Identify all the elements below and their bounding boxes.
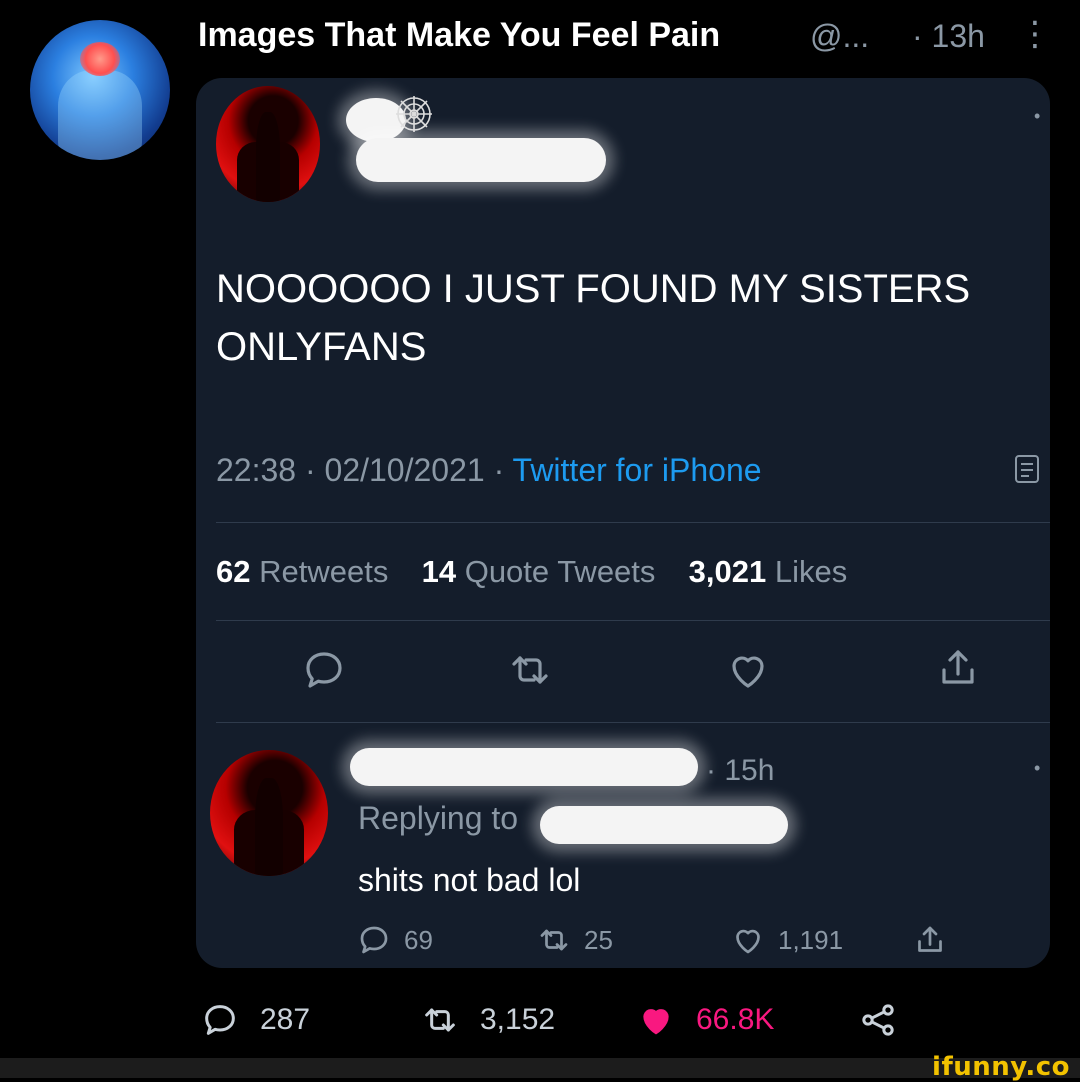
bottom-bar [0, 1058, 1080, 1078]
share-nodes-icon [862, 1004, 894, 1036]
more-options-icon[interactable]: ⋮ [1018, 14, 1052, 54]
author-name[interactable]: Images That Make You Feel Pain [198, 16, 720, 55]
embedded-tweet-screenshot: • NOOOOOO I JUST FOUND MY SISTERS ONLYFA… [196, 78, 1050, 968]
likes-count: 66.8K [696, 1003, 775, 1036]
tweet-source-link: Twitter for iPhone [512, 452, 762, 488]
reply-retweets-count: 25 [584, 924, 613, 955]
redacted-handle [356, 138, 606, 182]
tweet-timestamp: 22:38 · 02/10/2021 · [216, 452, 505, 488]
share-button[interactable] [858, 1000, 898, 1040]
likes-label: Likes [774, 554, 848, 589]
reply-button[interactable]: 287 [200, 1000, 310, 1040]
author-handle[interactable]: @... [810, 18, 869, 55]
likes-count: 3,021 [688, 554, 767, 589]
tweet-meta: 22:38 · 02/10/2021 · Twitter for iPhone [216, 452, 762, 489]
reply-replies-count: 69 [404, 924, 433, 955]
analytics-icon [1014, 448, 1044, 488]
reply-text: shits not bad lol [358, 862, 581, 898]
divider [216, 722, 1050, 723]
avatar-figure [58, 70, 142, 160]
embedded-author-avatar [216, 86, 320, 202]
brain-icon [80, 42, 120, 76]
retweet-icon [540, 929, 568, 951]
like-button[interactable]: 66.8K [636, 1000, 774, 1040]
heart-filled-icon [643, 1009, 669, 1035]
share-icon [918, 926, 942, 952]
tweet-stats: 62 Retweets 14 Quote Tweets 3,021 Likes [216, 554, 847, 590]
replying-to-label: Replying to [358, 800, 519, 836]
quotes-count: 14 [421, 554, 457, 589]
author-avatar[interactable] [30, 20, 170, 160]
retweet-icon [425, 1008, 455, 1032]
tweet-text: NOOOOOO I JUST FOUND MY SISTERS ONLYFANS [216, 267, 971, 369]
tweet-time[interactable]: · 13h [912, 18, 985, 55]
more-options-icon: • [1034, 106, 1041, 126]
retweet-icon [506, 646, 554, 694]
reply-like-action: 1,191 [730, 922, 843, 958]
reply-icon [205, 1005, 235, 1035]
reply-icon [300, 646, 348, 694]
reply-share-action [912, 922, 948, 958]
retweets-count: 62 [216, 554, 251, 589]
divider [216, 522, 1050, 523]
redacted-replying-to-handle [540, 806, 788, 844]
divider [216, 620, 1050, 621]
share-icon [934, 644, 982, 692]
more-options-icon: • [1034, 758, 1041, 778]
reply-author-avatar [210, 750, 328, 876]
reply-reply-action: 69 [356, 922, 433, 958]
redacted-reply-name [350, 748, 698, 786]
reply-icon [360, 926, 388, 954]
retweet-button[interactable]: 3,152 [420, 1000, 555, 1040]
quotes-label: Quote Tweets [464, 554, 656, 589]
reply-likes-count: 1,191 [778, 924, 844, 955]
heart-icon [736, 929, 760, 954]
retweets-label: Retweets [259, 554, 389, 589]
replies-count: 287 [260, 1003, 311, 1036]
spider-web-icon [394, 94, 434, 134]
reply-time: · 15h [706, 754, 775, 787]
heart-icon [724, 646, 772, 694]
retweets-count: 3,152 [480, 1003, 556, 1036]
reply-retweet-action: 25 [536, 922, 613, 958]
